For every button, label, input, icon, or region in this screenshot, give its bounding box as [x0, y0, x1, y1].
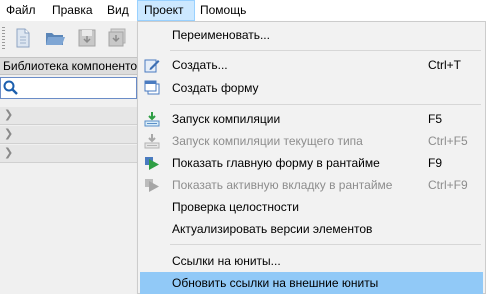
- menu-item-label: Ссылки на юниты...: [172, 254, 281, 268]
- form-window-icon: [144, 80, 160, 95]
- new-document-button[interactable]: [12, 27, 34, 49]
- menu-help[interactable]: Помощь: [194, 0, 252, 21]
- menu-item-label: Показать главную форму в рантайме: [172, 156, 380, 170]
- menu-item-label: Запуск компиляции текущего типа: [172, 134, 363, 148]
- menu-separator: [170, 244, 481, 245]
- menu-item-label: Создать форму: [172, 81, 259, 95]
- menu-edit[interactable]: Правка: [46, 0, 99, 21]
- chevron-right-icon[interactable]: ❯: [4, 109, 13, 122]
- menu-project[interactable]: Проект: [137, 0, 195, 21]
- menu-item-label: Обновить ссылки на внешние юниты: [172, 276, 379, 290]
- menu-item-compile-current-type[interactable]: Запуск компиляции текущего типа Ctrl+F5: [140, 130, 483, 152]
- library-search-input[interactable]: [21, 80, 131, 96]
- toolbar: [0, 21, 140, 55]
- menu-item-label: Проверка целостности: [172, 200, 299, 214]
- menu-view[interactable]: Вид: [101, 0, 135, 21]
- open-folder-icon: [46, 33, 65, 45]
- menu-item-label: Запуск компиляции: [172, 112, 281, 126]
- tree-row[interactable]: ❯: [0, 145, 140, 163]
- tree-row[interactable]: ❯: [0, 126, 140, 144]
- open-folder-button[interactable]: [44, 27, 66, 49]
- menu-item-show-active-tab-runtime[interactable]: Показать активную вкладку в рантайме Ctr…: [140, 174, 483, 196]
- menu-item-label: Показать активную вкладку в рантайме: [172, 178, 393, 192]
- menu-file[interactable]: Файл: [0, 0, 42, 21]
- menu-separator: [170, 50, 481, 51]
- menu-item-shortcut: Ctrl+T: [428, 58, 461, 72]
- menu-item-update-external-unit-refs[interactable]: Обновить ссылки на внешние юниты: [140, 272, 483, 294]
- chevron-right-icon[interactable]: ❯: [4, 147, 13, 160]
- menu-item-integrity-check[interactable]: Проверка целостности: [140, 196, 483, 218]
- menu-item-label: Актуализировать версии элементов: [172, 222, 373, 236]
- menu-item-label: Переименовать...: [172, 28, 270, 42]
- new-document-icon: [16, 28, 30, 48]
- library-search-box[interactable]: [0, 77, 137, 99]
- menu-item-show-main-form-runtime[interactable]: Показать главную форму в рантайме F9: [140, 152, 483, 174]
- compile-icon: [144, 112, 160, 127]
- component-library-header: Библиотека компонентов: [0, 57, 144, 75]
- menu-item-create[interactable]: Создать... Ctrl+T: [140, 54, 483, 76]
- play-icon: [145, 179, 159, 192]
- menu-separator: [170, 104, 481, 105]
- compile-icon: [144, 134, 160, 149]
- menu-item-update-element-versions[interactable]: Актуализировать версии элементов: [140, 218, 483, 240]
- search-icon: [3, 80, 18, 95]
- menu-item-shortcut: Ctrl+F9: [428, 178, 468, 192]
- save-button[interactable]: [76, 27, 98, 49]
- tree-row[interactable]: ❯: [0, 107, 140, 125]
- menu-item-rename[interactable]: Переименовать...: [140, 24, 483, 46]
- chevron-right-icon[interactable]: ❯: [4, 128, 13, 141]
- menu-item-unit-references[interactable]: Ссылки на юниты...: [140, 250, 483, 272]
- play-icon: [145, 157, 159, 170]
- menu-item-shortcut: Ctrl+F5: [428, 134, 468, 148]
- save-icon: [78, 29, 96, 47]
- edit-pencil-icon: [144, 59, 160, 73]
- menu-item-label: Создать...: [172, 58, 228, 72]
- menu-item-create-form[interactable]: Создать форму: [140, 77, 483, 99]
- project-menu-dropdown: Переименовать... Создать... Ctrl+T Созда…: [137, 21, 486, 294]
- save-all-icon: [108, 28, 126, 47]
- menu-item-shortcut: F5: [428, 112, 443, 126]
- save-all-button[interactable]: [106, 27, 128, 49]
- menu-bar: Файл Правка Вид Проект Помощь: [0, 0, 486, 21]
- menu-item-shortcut: F9: [428, 156, 443, 170]
- toolbar-grip[interactable]: [2, 27, 5, 49]
- menu-item-run-compile[interactable]: Запуск компиляции F5: [140, 108, 483, 130]
- component-library-title: Библиотека компонентов: [3, 59, 144, 73]
